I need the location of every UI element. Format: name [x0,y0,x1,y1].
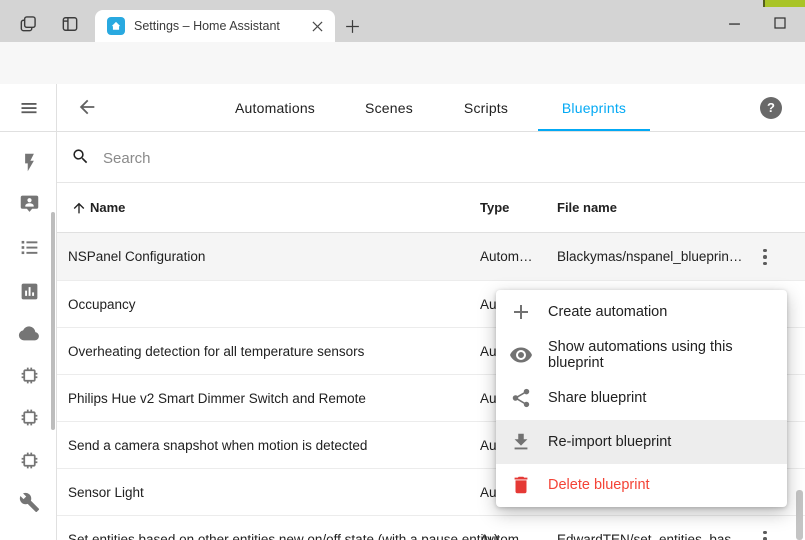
menu-item-label: Share blueprint [548,390,646,406]
menu-item-show-automations[interactable]: Show automations using this blueprint [496,333,787,376]
workspaces-icon[interactable] [16,12,40,36]
home-assistant-app: Automations Scenes Scripts Blueprints ? … [0,84,805,540]
tab-scenes[interactable]: Scenes [349,84,429,132]
column-header-file[interactable]: File name [557,183,617,233]
row-name: Occupancy [68,281,136,328]
menu-item-label: Re-import blueprint [548,434,671,450]
menu-item-delete-blueprint[interactable]: Delete blueprint [496,464,787,507]
search-icon [71,147,90,166]
share-icon [509,386,533,410]
home-assistant-favicon-icon [107,17,125,35]
row-name: Set entities based on other entities new… [68,516,499,540]
row-name: Philips Hue v2 Smart Dimmer Switch and R… [68,375,366,422]
row-overflow-menu-icon[interactable] [754,246,776,268]
ha-back-icon[interactable] [76,96,100,120]
menu-item-share-blueprint[interactable]: Share blueprint [496,377,787,420]
sidebar-chip-icon-3[interactable] [17,448,41,472]
sidebar-developer-tools-icon[interactable] [17,490,41,514]
eye-icon [509,343,533,367]
menu-item-reimport-blueprint[interactable]: Re-import blueprint [496,420,787,463]
table-header: Name Type File name [57,183,805,233]
sidebar-chip-icon-1[interactable] [17,363,41,387]
row-file: EdwardTEN/set_entities_bas… [557,516,745,540]
column-header-name[interactable]: Name [90,183,125,233]
row-overflow-menu-icon[interactable] [754,528,776,540]
sidebar-cloud-icon[interactable] [17,321,41,345]
row-name: Overheating detection for all temperatur… [68,328,364,375]
tab-automations[interactable]: Automations [215,84,335,132]
row-name: Send a camera snapshot when motion is de… [68,422,367,469]
search-row [57,132,805,183]
sidebar-menu-icon[interactable] [17,96,41,120]
menu-item-label: Show automations using this blueprint [548,339,787,371]
browser-toolbar: Not secure homeassistant.local:8123/... … [0,42,805,84]
sidebar-scrollbar[interactable] [51,212,55,430]
sort-arrow-up-icon[interactable] [71,200,87,216]
help-button[interactable]: ? [760,97,782,119]
new-tab-icon[interactable] [340,14,364,38]
menu-item-label: Create automation [548,304,667,320]
row-file: Blackymas/nspanel_blueprin… [557,233,742,281]
table-row[interactable]: NSPanel Configuration Autom… Blackymas/n… [57,233,805,281]
window-maximize-icon[interactable] [768,11,792,35]
ha-sidebar [0,84,57,540]
row-name: Sensor Light [68,469,144,516]
column-header-type[interactable]: Type [480,183,509,233]
desktop-edge-strip [763,0,805,7]
tab-blueprints[interactable]: Blueprints [538,84,650,132]
tab-close-icon[interactable] [307,16,327,36]
row-name: NSPanel Configuration [68,233,205,281]
search-input[interactable] [103,144,503,172]
row-type: Autom… [480,233,533,281]
sidebar-energy-icon[interactable] [17,150,41,174]
tab-scripts[interactable]: Scripts [446,84,526,132]
download-icon [509,430,533,454]
sidebar-history-chart-icon[interactable] [17,279,41,303]
menu-item-label: Delete blueprint [548,477,650,493]
sidebar-list-icon[interactable] [17,235,41,259]
plus-icon [509,300,533,324]
menu-item-create-automation[interactable]: Create automation [496,290,787,333]
browser-tab-strip: Settings – Home Assistant [0,0,805,42]
row-type: Autom… [480,516,533,540]
table-row[interactable]: Set entities based on other entities new… [57,516,805,540]
window-minimize-icon[interactable] [722,11,746,35]
blueprint-context-menu: Create automation Show automations using… [496,290,787,507]
sidebar-person-badge-icon[interactable] [17,191,41,215]
tab-title: Settings – Home Assistant [134,19,307,33]
tab-actions-icon[interactable] [58,12,82,36]
sidebar-chip-icon-2[interactable] [17,405,41,429]
page-scrollbar[interactable] [796,490,803,540]
browser-tab[interactable]: Settings – Home Assistant [95,10,335,42]
trash-icon [509,473,533,497]
